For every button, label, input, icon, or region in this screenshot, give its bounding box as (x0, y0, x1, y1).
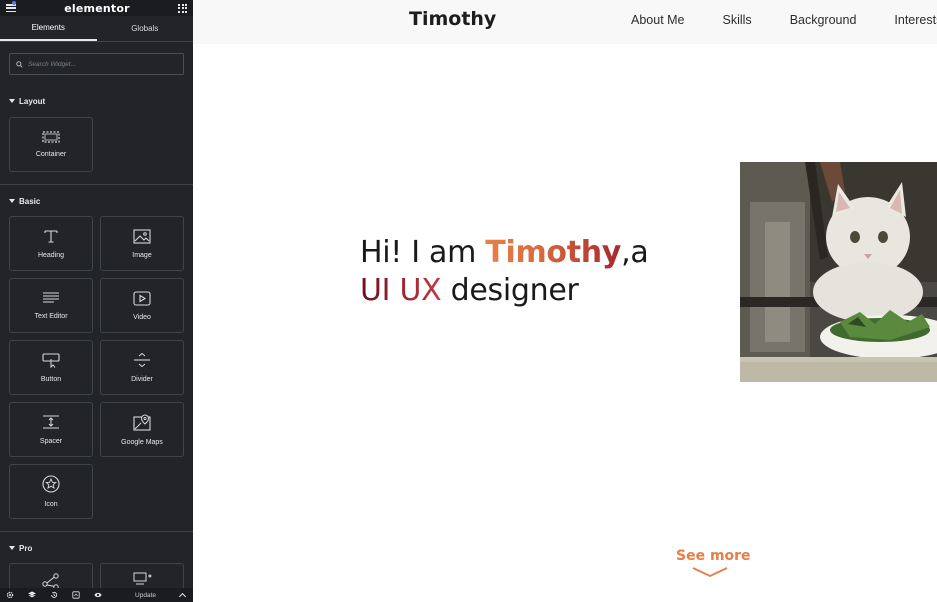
widgets-grid-icon[interactable] (178, 3, 187, 13)
widget-label: Google Maps (121, 438, 163, 446)
chevron-up-icon[interactable] (178, 592, 187, 601)
google-maps-icon (133, 413, 151, 431)
section-title: Pro (19, 543, 33, 553)
widget-spacer[interactable]: Spacer (9, 402, 93, 457)
widget-label: Heading (37, 252, 65, 259)
widget-divider[interactable]: Divider (100, 340, 184, 395)
caret-down-icon (9, 546, 15, 550)
search-icon (16, 60, 23, 68)
widget-heading[interactable]: Heading (9, 216, 93, 271)
section-basic-toggle[interactable]: Basic (0, 191, 193, 211)
notification-dot (12, 1, 16, 5)
nav-interests[interactable]: Interests (894, 13, 937, 27)
widget-label: Spacer (39, 438, 63, 445)
hero-greeting: Hi! I am (360, 235, 486, 270)
search-input[interactable] (28, 60, 177, 68)
divider (0, 531, 193, 532)
page-preview: Timothy About Me Skills Background Inter… (193, 0, 937, 602)
panel-tabs: Elements Globals (0, 16, 193, 42)
elementor-logo: elementor (64, 1, 130, 15)
hero-photo (740, 162, 937, 382)
nav-skills[interactable]: Skills (723, 13, 752, 27)
image-icon (133, 228, 151, 244)
hero-article: ,a (621, 235, 649, 270)
widget-image[interactable]: Image (100, 216, 184, 271)
section-layout-toggle[interactable]: Layout (0, 91, 193, 111)
widget-label: Text Editor (34, 313, 68, 320)
divider-icon (134, 352, 150, 368)
responsive-icon[interactable] (72, 591, 80, 599)
hero-role: UI UX (360, 273, 442, 308)
hero-name: Timothy (485, 235, 622, 270)
widget-container[interactable]: Container (9, 117, 93, 172)
navigator-icon[interactable] (28, 591, 36, 599)
widget-label: Divider (131, 376, 153, 383)
tab-elements[interactable]: Elements (0, 16, 97, 41)
container-icon (42, 131, 60, 143)
widget-label: Image (132, 251, 152, 259)
section-pro-toggle[interactable]: Pro (0, 538, 193, 558)
heading-icon (44, 230, 58, 243)
widget-text-editor[interactable]: Text Editor (9, 278, 93, 333)
section-title: Basic (19, 196, 41, 206)
nav-about-me[interactable]: About Me (631, 13, 685, 27)
widget-label: Video (133, 313, 151, 321)
widget-icon[interactable]: Icon (9, 464, 93, 519)
video-icon (133, 290, 151, 306)
menu-icon[interactable] (6, 4, 16, 12)
hero-heading: Hi! I am Timothy,a UI UX designer (360, 234, 649, 310)
settings-icon[interactable] (6, 591, 14, 599)
basic-widgets: Heading Image Text Editor Video Button D… (0, 216, 193, 519)
button-icon (42, 352, 60, 368)
widget-google-maps[interactable]: Google Maps (100, 402, 184, 457)
section-title: Layout (19, 96, 46, 106)
caret-down-icon (9, 99, 15, 103)
widget-label: Container (35, 151, 67, 158)
spacer-icon (43, 415, 59, 429)
divider (0, 184, 193, 185)
history-icon[interactable] (50, 591, 58, 599)
widget-label: Button (40, 375, 62, 383)
caret-down-icon (9, 199, 15, 203)
chevron-down-icon[interactable] (691, 566, 729, 578)
elementor-panel: elementor Elements Globals Layout Contai… (0, 0, 193, 602)
layout-widgets: Container (0, 117, 193, 172)
widget-search[interactable] (9, 53, 184, 75)
star-icon (42, 475, 60, 493)
form-icon (133, 572, 152, 585)
site-nav: About Me Skills Background Interests (631, 0, 937, 40)
tab-globals[interactable]: Globals (97, 16, 194, 41)
site-header: Timothy About Me Skills Background Inter… (193, 0, 937, 44)
hero-role-suffix: designer (441, 273, 579, 308)
widget-label: Icon (44, 501, 58, 508)
preview-icon[interactable] (94, 591, 102, 599)
text-editor-icon (43, 292, 59, 303)
widget-button[interactable]: Button (9, 340, 93, 395)
nav-background[interactable]: Background (790, 13, 857, 27)
site-brand[interactable]: Timothy (409, 8, 496, 30)
see-more-link[interactable]: See more (676, 548, 751, 564)
panel-header: elementor (0, 0, 193, 16)
widget-video[interactable]: Video (100, 278, 184, 333)
panel-footer: Update (0, 588, 193, 602)
update-button[interactable]: Update (131, 592, 160, 599)
